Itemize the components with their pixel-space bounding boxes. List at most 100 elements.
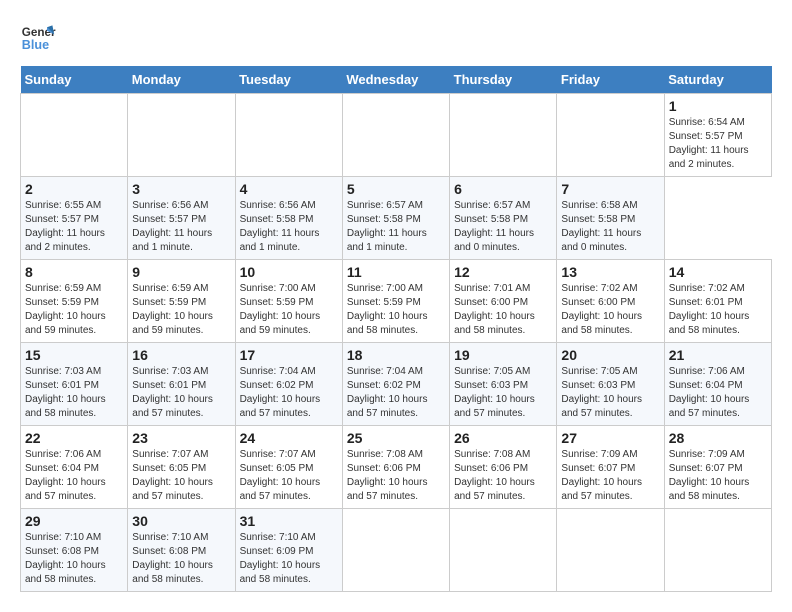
- logo: General Blue: [20, 20, 56, 56]
- day-number: 28: [669, 430, 767, 446]
- calendar-header-row: SundayMondayTuesdayWednesdayThursdayFrid…: [21, 66, 772, 94]
- day-number: 25: [347, 430, 445, 446]
- day-number: 18: [347, 347, 445, 363]
- day-number: 17: [240, 347, 338, 363]
- day-number: 4: [240, 181, 338, 197]
- day-info: Sunrise: 6:56 AMSunset: 5:57 PMDaylight:…: [132, 199, 230, 255]
- calendar-day-cell: 8 Sunrise: 6:59 AMSunset: 5:59 PMDaylight…: [21, 260, 128, 343]
- day-info: Sunrise: 7:10 AMSunset: 6:09 PMDaylight:…: [240, 531, 338, 587]
- column-header-wednesday: Wednesday: [342, 66, 449, 94]
- day-info: Sunrise: 7:06 AMSunset: 6:04 PMDaylight:…: [669, 365, 767, 421]
- day-info: Sunrise: 7:02 AMSunset: 6:01 PMDaylight:…: [669, 282, 767, 338]
- day-number: 8: [25, 264, 123, 280]
- day-number: 7: [561, 181, 659, 197]
- column-header-saturday: Saturday: [664, 66, 771, 94]
- column-header-thursday: Thursday: [450, 66, 557, 94]
- empty-cell: [450, 94, 557, 177]
- calendar-day-cell: 5 Sunrise: 6:57 AMSunset: 5:58 PMDaylight…: [342, 177, 449, 260]
- calendar-table: SundayMondayTuesdayWednesdayThursdayFrid…: [20, 66, 772, 592]
- calendar-day-cell: 6 Sunrise: 6:57 AMSunset: 5:58 PMDaylight…: [450, 177, 557, 260]
- calendar-day-cell: 18Sunrise: 7:04 AMSunset: 6:02 PMDayligh…: [342, 343, 449, 426]
- day-info: Sunrise: 7:08 AMSunset: 6:06 PMDaylight:…: [454, 448, 552, 504]
- day-number: 11: [347, 264, 445, 280]
- day-number: 16: [132, 347, 230, 363]
- day-info: Sunrise: 6:54 AMSunset: 5:57 PMDaylight:…: [669, 116, 767, 172]
- calendar-day-cell: 24Sunrise: 7:07 AMSunset: 6:05 PMDayligh…: [235, 426, 342, 509]
- day-number: 13: [561, 264, 659, 280]
- empty-cell: [342, 94, 449, 177]
- calendar-day-cell: 12 Sunrise: 7:01 AMSunset: 6:00 PMDayligh…: [450, 260, 557, 343]
- calendar-day-cell: 10Sunrise: 7:00 AMSunset: 5:59 PMDayligh…: [235, 260, 342, 343]
- calendar-day-cell: 3 Sunrise: 6:56 AMSunset: 5:57 PMDaylight…: [128, 177, 235, 260]
- day-info: Sunrise: 7:00 AMSunset: 5:59 PMDaylight:…: [347, 282, 445, 338]
- day-info: Sunrise: 6:59 AMSunset: 5:59 PMDaylight:…: [25, 282, 123, 338]
- calendar-week-row: 8 Sunrise: 6:59 AMSunset: 5:59 PMDaylight…: [21, 260, 772, 343]
- svg-text:Blue: Blue: [22, 38, 49, 52]
- day-info: Sunrise: 6:57 AMSunset: 5:58 PMDaylight:…: [454, 199, 552, 255]
- day-number: 20: [561, 347, 659, 363]
- day-number: 10: [240, 264, 338, 280]
- day-info: Sunrise: 7:06 AMSunset: 6:04 PMDaylight:…: [25, 448, 123, 504]
- day-number: 3: [132, 181, 230, 197]
- day-info: Sunrise: 7:03 AMSunset: 6:01 PMDaylight:…: [132, 365, 230, 421]
- calendar-day-cell: [450, 509, 557, 592]
- calendar-day-cell: 21 Sunrise: 7:06 AMSunset: 6:04 PMDayligh…: [664, 343, 771, 426]
- day-number: 2: [25, 181, 123, 197]
- day-info: Sunrise: 7:09 AMSunset: 6:07 PMDaylight:…: [561, 448, 659, 504]
- day-number: 29: [25, 513, 123, 529]
- calendar-day-cell: 31 Sunrise: 7:10 AMSunset: 6:09 PMDayligh…: [235, 509, 342, 592]
- column-header-tuesday: Tuesday: [235, 66, 342, 94]
- day-info: Sunrise: 7:04 AMSunset: 6:02 PMDaylight:…: [240, 365, 338, 421]
- calendar-day-cell: 30 Sunrise: 7:10 AMSunset: 6:08 PMDayligh…: [128, 509, 235, 592]
- day-info: Sunrise: 6:57 AMSunset: 5:58 PMDaylight:…: [347, 199, 445, 255]
- day-info: Sunrise: 7:03 AMSunset: 6:01 PMDaylight:…: [25, 365, 123, 421]
- day-info: Sunrise: 6:58 AMSunset: 5:58 PMDaylight:…: [561, 199, 659, 255]
- calendar-day-cell: [342, 509, 449, 592]
- day-number: 31: [240, 513, 338, 529]
- day-number: 22: [25, 430, 123, 446]
- calendar-day-cell: 9Sunrise: 6:59 AMSunset: 5:59 PMDaylight…: [128, 260, 235, 343]
- calendar-week-row: 15Sunrise: 7:03 AMSunset: 6:01 PMDayligh…: [21, 343, 772, 426]
- calendar-day-cell: 1 Sunrise: 6:54 AMSunset: 5:57 PMDaylight…: [664, 94, 771, 177]
- calendar-day-cell: 25 Sunrise: 7:08 AMSunset: 6:06 PMDayligh…: [342, 426, 449, 509]
- empty-cell: [235, 94, 342, 177]
- day-info: Sunrise: 6:59 AMSunset: 5:59 PMDaylight:…: [132, 282, 230, 338]
- page-header: General Blue: [20, 20, 772, 56]
- calendar-day-cell: 7 Sunrise: 6:58 AMSunset: 5:58 PMDaylight…: [557, 177, 664, 260]
- day-info: Sunrise: 7:02 AMSunset: 6:00 PMDaylight:…: [561, 282, 659, 338]
- empty-cell: [128, 94, 235, 177]
- column-header-monday: Monday: [128, 66, 235, 94]
- day-number: 6: [454, 181, 552, 197]
- day-number: 24: [240, 430, 338, 446]
- day-info: Sunrise: 7:01 AMSunset: 6:00 PMDaylight:…: [454, 282, 552, 338]
- day-number: 23: [132, 430, 230, 446]
- day-number: 5: [347, 181, 445, 197]
- day-number: 19: [454, 347, 552, 363]
- day-number: 27: [561, 430, 659, 446]
- calendar-day-cell: 11 Sunrise: 7:00 AMSunset: 5:59 PMDayligh…: [342, 260, 449, 343]
- day-info: Sunrise: 7:08 AMSunset: 6:06 PMDaylight:…: [347, 448, 445, 504]
- day-number: 14: [669, 264, 767, 280]
- day-info: Sunrise: 7:05 AMSunset: 6:03 PMDaylight:…: [454, 365, 552, 421]
- calendar-day-cell: 15Sunrise: 7:03 AMSunset: 6:01 PMDayligh…: [21, 343, 128, 426]
- calendar-day-cell: 4Sunrise: 6:56 AMSunset: 5:58 PMDaylight…: [235, 177, 342, 260]
- calendar-week-row: 2Sunrise: 6:55 AMSunset: 5:57 PMDaylight…: [21, 177, 772, 260]
- day-info: Sunrise: 7:10 AMSunset: 6:08 PMDaylight:…: [132, 531, 230, 587]
- day-number: 1: [669, 98, 767, 114]
- calendar-day-cell: 13 Sunrise: 7:02 AMSunset: 6:00 PMDayligh…: [557, 260, 664, 343]
- empty-cell: [21, 94, 128, 177]
- empty-cell: [557, 94, 664, 177]
- calendar-week-row: 1 Sunrise: 6:54 AMSunset: 5:57 PMDaylight…: [21, 94, 772, 177]
- column-header-sunday: Sunday: [21, 66, 128, 94]
- calendar-day-cell: [557, 509, 664, 592]
- day-number: 12: [454, 264, 552, 280]
- day-number: 30: [132, 513, 230, 529]
- day-number: 26: [454, 430, 552, 446]
- calendar-day-cell: 17 Sunrise: 7:04 AMSunset: 6:02 PMDayligh…: [235, 343, 342, 426]
- calendar-week-row: 22 Sunrise: 7:06 AMSunset: 6:04 PMDayligh…: [21, 426, 772, 509]
- day-number: 21: [669, 347, 767, 363]
- day-info: Sunrise: 7:09 AMSunset: 6:07 PMDaylight:…: [669, 448, 767, 504]
- calendar-day-cell: [664, 509, 771, 592]
- calendar-day-cell: 23Sunrise: 7:07 AMSunset: 6:05 PMDayligh…: [128, 426, 235, 509]
- column-header-friday: Friday: [557, 66, 664, 94]
